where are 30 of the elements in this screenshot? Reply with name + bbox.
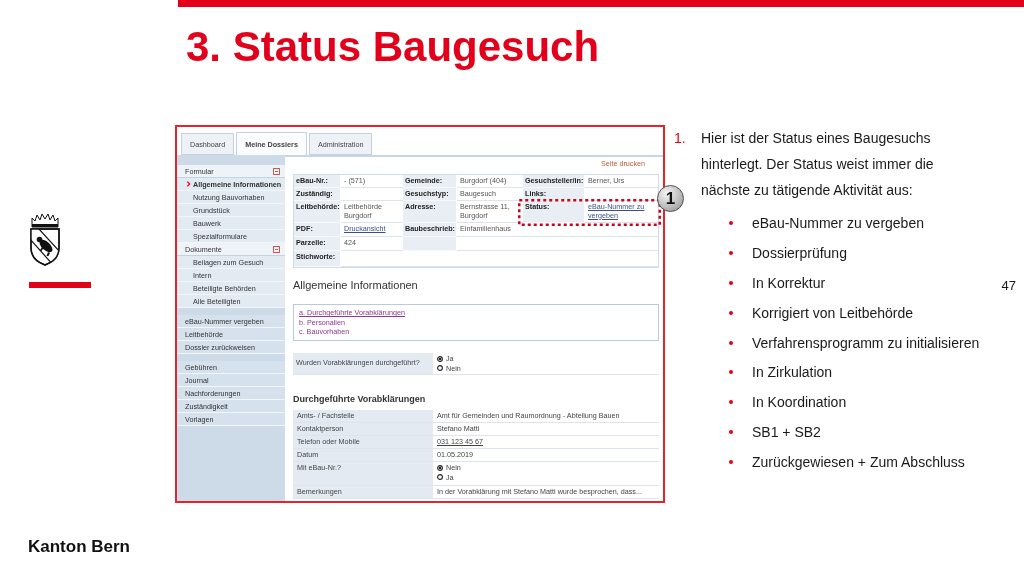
bullet-text: Zurückgewiesen + Zum Abschluss	[752, 453, 965, 472]
bullet-text: In Korrektur	[752, 273, 826, 292]
accent-bar	[29, 282, 91, 288]
bullet-text: Korrigiert von Leitbehörde	[752, 303, 914, 322]
footer-text: Kanton Bern	[28, 537, 130, 557]
bullet-icon	[729, 340, 733, 345]
bullet-icon	[729, 310, 733, 315]
list-number: 1.	[674, 129, 686, 148]
note-paragraph: Hier ist der Status eines Baugesuchs hinterlegt. Der Status weist immer die nächste zu tätigende Aktivität aus:	[701, 129, 935, 200]
collapse-icon[interactable]	[273, 245, 280, 253]
bullet-text: SB1 + SB2	[752, 423, 821, 442]
bullet-icon	[729, 460, 733, 465]
step-marker: 1	[657, 185, 684, 212]
page-number: 47	[1001, 278, 1016, 294]
section-heading: Durchgeführte Vorabklärungen	[293, 392, 426, 405]
bullet-text: In Koordination	[752, 393, 847, 412]
bullet-text: In Zirkulation	[752, 363, 833, 382]
chevron-icon	[186, 181, 191, 187]
bullet-icon	[729, 280, 733, 285]
collapse-icon[interactable]	[273, 167, 280, 175]
bullet-text: Dossierprüfung	[752, 243, 847, 262]
bullet-text: eBau-Nummer zu vergeben	[752, 213, 924, 232]
bullet-icon	[729, 250, 733, 255]
bullet-text: Verfahrensprogramm zu initialisieren	[752, 333, 980, 352]
bullet-icon	[729, 220, 733, 225]
slide-title: 3. Status Baugesuch	[186, 23, 600, 71]
bullet-icon	[729, 370, 733, 375]
section-heading: Allgemeine Informationen	[293, 278, 418, 292]
bullet-icon	[729, 400, 733, 405]
bullet-icon	[729, 430, 733, 435]
